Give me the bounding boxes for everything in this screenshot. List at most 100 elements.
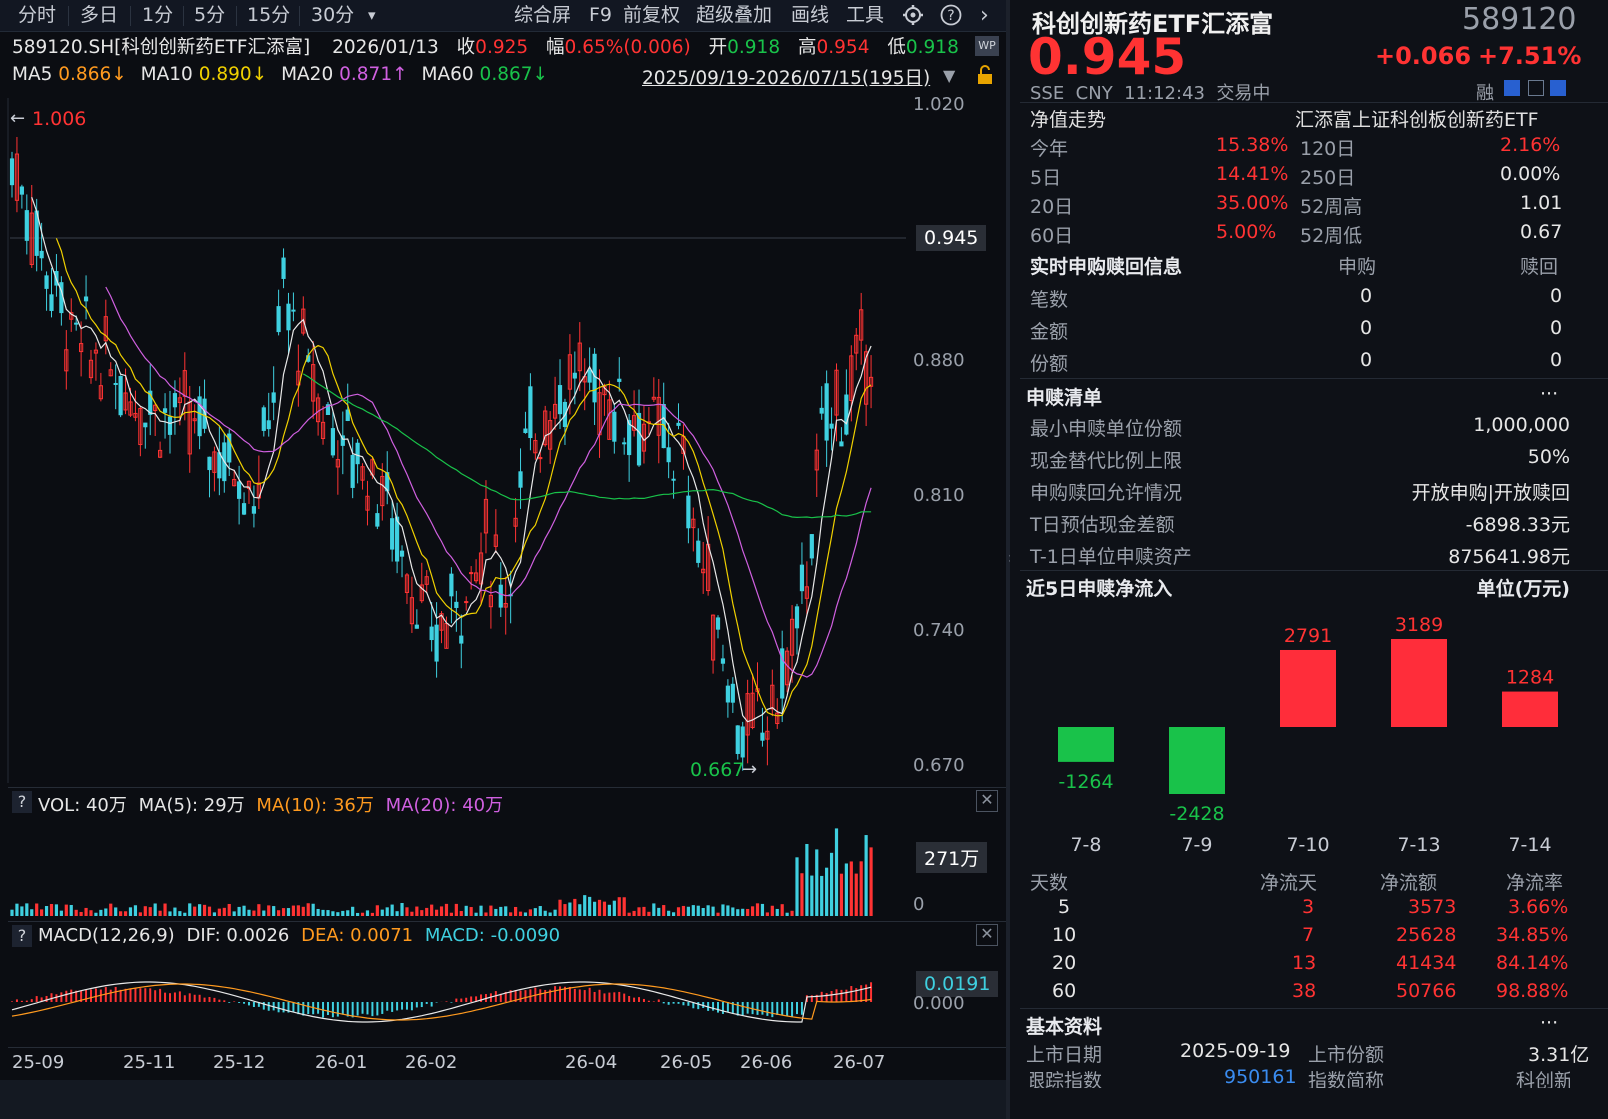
vol-help-button[interactable]: ? bbox=[12, 791, 32, 813]
macd-title: MACD(12,26,9) bbox=[38, 925, 175, 946]
high-label: 高 bbox=[797, 37, 817, 58]
volume-bar bbox=[380, 909, 384, 916]
list-more-button[interactable]: ··· bbox=[1540, 383, 1558, 405]
ma20-line bbox=[105, 286, 872, 678]
volume-bar bbox=[504, 906, 508, 916]
lock-icon[interactable] bbox=[975, 64, 995, 90]
ma10-value: 0.890↓ bbox=[198, 64, 268, 85]
date-range-selector[interactable]: 2025/09/19-2026/07/15(195日) bbox=[642, 64, 930, 90]
inflow-bar bbox=[1391, 639, 1447, 727]
ma10-line bbox=[55, 238, 872, 717]
vol-close-icon[interactable]: ✕ bbox=[976, 790, 998, 812]
alert-icon[interactable] bbox=[1528, 80, 1544, 96]
volume-bar bbox=[864, 835, 868, 916]
nav-title[interactable]: 净值走势 bbox=[1030, 105, 1106, 132]
btn-fuquan[interactable]: 前复权 bbox=[623, 0, 680, 31]
security-code: 589120.SH[科创创新药ETF汇添富] bbox=[12, 37, 311, 58]
volume-bar bbox=[760, 903, 765, 916]
basic-more-button[interactable]: ··· bbox=[1540, 1012, 1558, 1034]
high-value: 0.954 bbox=[816, 37, 870, 58]
index-code-link[interactable]: 950161 bbox=[1224, 1066, 1297, 1088]
volume-bar bbox=[410, 911, 414, 916]
volume-bar bbox=[652, 903, 656, 916]
volume-bar bbox=[548, 912, 552, 916]
btn-overlay[interactable]: 超级叠加 bbox=[696, 0, 772, 31]
row-label: 份额 bbox=[1030, 353, 1069, 375]
settings-gear-icon[interactable] bbox=[902, 4, 924, 30]
candle-body bbox=[113, 382, 118, 385]
volume-chart[interactable] bbox=[0, 816, 906, 920]
perf-row: 今年 15.38% 120日 2.16% bbox=[1030, 134, 1570, 164]
help-icon[interactable]: ? bbox=[940, 4, 962, 30]
btn-tools[interactable]: 工具 bbox=[846, 0, 884, 31]
volume-bar bbox=[237, 906, 241, 916]
stats-cell: 3573 bbox=[1408, 896, 1457, 918]
inflow-bar bbox=[1169, 727, 1225, 795]
volume-bar bbox=[281, 908, 286, 916]
candle-body bbox=[686, 495, 691, 529]
macd-help-button[interactable]: ? bbox=[12, 925, 32, 947]
y-tick-1020: 1.020 bbox=[913, 94, 965, 115]
volume-bar bbox=[513, 906, 518, 916]
volume-bar bbox=[341, 910, 345, 916]
volume-bar bbox=[400, 903, 404, 916]
volume-bar bbox=[706, 905, 710, 916]
volume-bar bbox=[316, 908, 320, 916]
open-label: 开 bbox=[708, 37, 728, 58]
volume-bar bbox=[583, 895, 587, 916]
tab-1min[interactable]: 1分 bbox=[142, 0, 173, 31]
candle-body bbox=[291, 309, 296, 312]
ma60-value: 0.867↓ bbox=[479, 64, 549, 85]
row-value: 1,000,000 bbox=[1473, 414, 1570, 436]
inflow-value-label: -2428 bbox=[1169, 803, 1224, 825]
volume-bar bbox=[755, 903, 760, 916]
btn-zonghe[interactable]: 综合屏 bbox=[514, 0, 571, 31]
perf-label: 52周高 bbox=[1300, 196, 1363, 218]
volume-bar bbox=[711, 906, 715, 916]
candle-body bbox=[281, 257, 286, 279]
divider bbox=[236, 6, 237, 26]
tab-fenshi[interactable]: 分时 bbox=[18, 0, 56, 31]
candlestick-chart[interactable] bbox=[0, 88, 1006, 788]
volume-bar bbox=[671, 912, 676, 916]
volume-bar bbox=[257, 904, 261, 916]
edit-icon[interactable] bbox=[1504, 80, 1520, 96]
row-value: 0 bbox=[1360, 349, 1373, 371]
volume-bar bbox=[637, 907, 641, 916]
toolbar-more-arrow-icon[interactable]: › bbox=[980, 0, 989, 31]
quote-line: 589120.SH[科创创新药ETF汇添富] 2026/01/13 收0.925… bbox=[12, 33, 959, 59]
volume-bar bbox=[602, 901, 607, 916]
volume-bar bbox=[464, 905, 468, 916]
candle-body bbox=[612, 411, 617, 442]
volume-bar bbox=[15, 903, 19, 916]
tab-5min[interactable]: 5分 bbox=[194, 0, 225, 31]
perf-value: 14.41% bbox=[1216, 163, 1289, 185]
volume-bar bbox=[415, 906, 419, 916]
tab-15min[interactable]: 15分 bbox=[247, 0, 290, 31]
realtime-row: 份额 0 0 bbox=[1030, 349, 1570, 379]
candle-body bbox=[286, 303, 291, 331]
tab-30min[interactable]: 30分 bbox=[311, 0, 354, 31]
add-icon[interactable] bbox=[1550, 80, 1566, 96]
net-inflow-bar-chart: -1264 7-8 -2428 7-9 2791 7-10 3189 7-13 1284 7-14 bbox=[1058, 614, 1558, 856]
perf-row: 5日 14.41% 250日 0.00% bbox=[1030, 163, 1570, 193]
macd-chart[interactable] bbox=[0, 950, 906, 1046]
tab-duori[interactable]: 多日 bbox=[80, 0, 118, 31]
stats-cell: 3 bbox=[1302, 896, 1315, 918]
volume-bar bbox=[420, 910, 424, 916]
volume-bar bbox=[775, 908, 779, 916]
macd-close-icon[interactable]: ✕ bbox=[976, 924, 998, 946]
btn-f9[interactable]: F9 bbox=[589, 0, 612, 31]
wp-badge-icon[interactable]: WP bbox=[975, 36, 999, 56]
range-dropdown-icon[interactable]: ▼ bbox=[943, 66, 955, 85]
volume-bar bbox=[681, 905, 686, 916]
x-tick: 26-07 bbox=[833, 1052, 886, 1073]
volume-bar bbox=[326, 910, 330, 916]
volume-bar bbox=[523, 912, 528, 916]
btn-draw[interactable]: 画线 bbox=[791, 0, 829, 31]
period-dropdown-icon[interactable]: ▾ bbox=[368, 0, 376, 31]
candle-body bbox=[49, 294, 54, 311]
volume-bar bbox=[390, 904, 394, 916]
volume-bar bbox=[360, 912, 365, 916]
volume-bar bbox=[795, 857, 799, 916]
